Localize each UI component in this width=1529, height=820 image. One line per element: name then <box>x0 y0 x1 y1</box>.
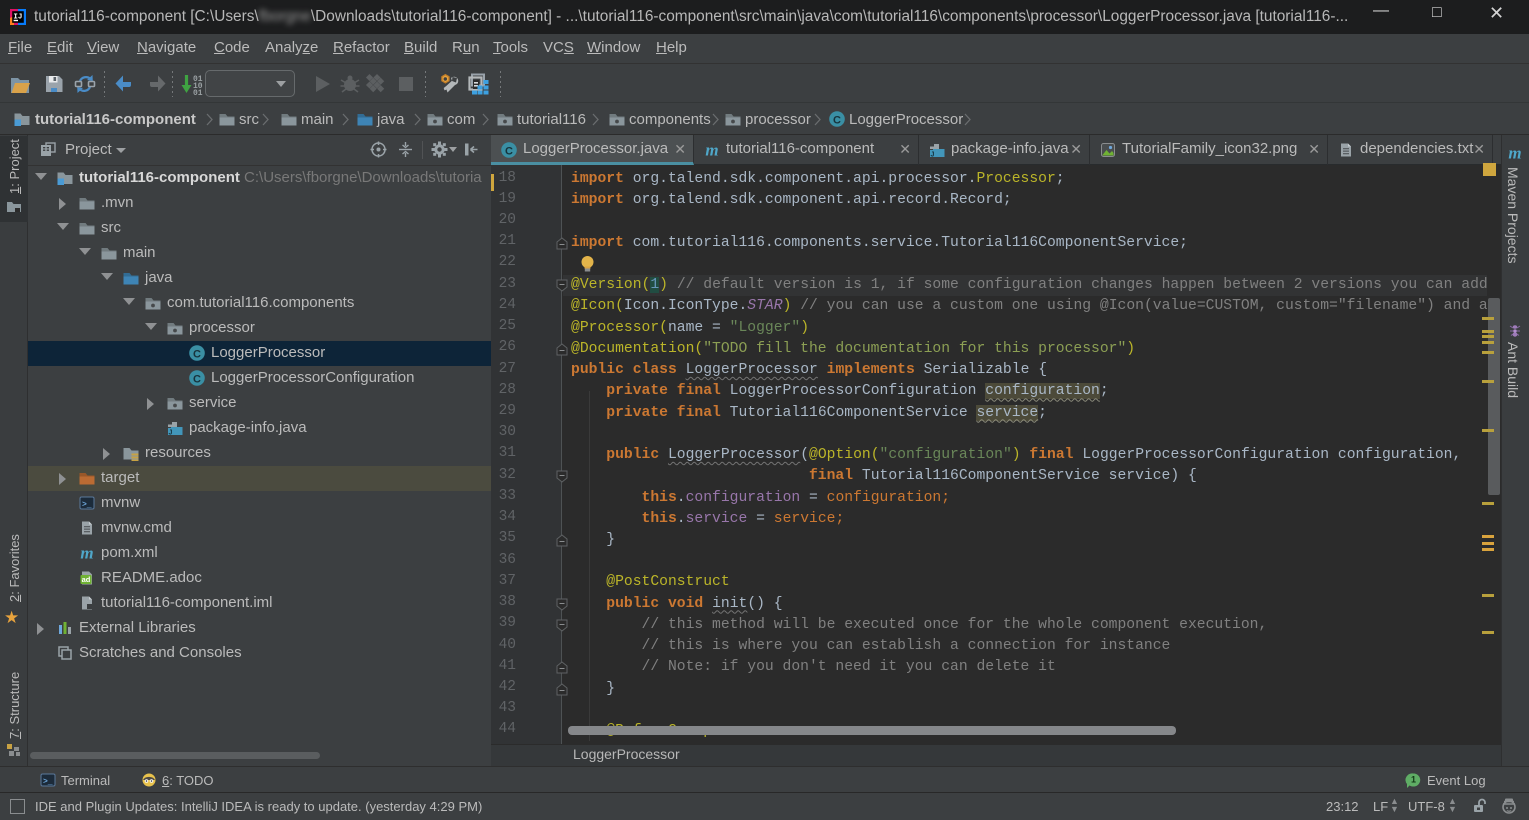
svg-text:>_: >_ <box>82 500 92 509</box>
svg-text:m: m <box>1508 145 1521 161</box>
svg-text:J: J <box>169 429 173 436</box>
svg-text:C: C <box>833 114 841 126</box>
svg-text:m: m <box>80 545 93 561</box>
svg-text:1: 1 <box>1411 775 1416 785</box>
svg-text:C: C <box>505 145 513 157</box>
svg-text:C: C <box>193 348 201 360</box>
svg-text:ad: ad <box>82 575 91 584</box>
svg-text:>_: >_ <box>43 778 53 787</box>
svg-text:01: 01 <box>193 89 203 96</box>
svg-text:IJ: IJ <box>13 14 22 22</box>
svg-text:m: m <box>705 142 718 158</box>
svg-text:J: J <box>931 152 935 159</box>
svg-text:C: C <box>193 373 201 385</box>
